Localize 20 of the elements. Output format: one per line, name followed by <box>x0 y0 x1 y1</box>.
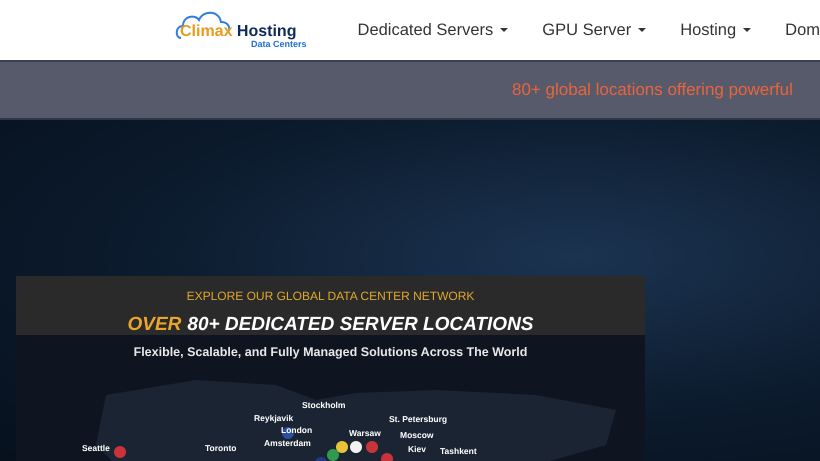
city-label: Amsterdam <box>264 437 311 450</box>
city-label: Tashkent <box>440 445 477 458</box>
nav-dropdown[interactable]: GPU Server <box>542 18 646 42</box>
city-label: Moscow <box>400 429 434 442</box>
banner-subtitle: Flexible, Scalable, and Fully Managed Solutions Across The World <box>132 344 528 361</box>
city-label: Warsaw <box>349 427 381 440</box>
city-label: St. Petersburg <box>389 413 448 426</box>
city-label: Kiev <box>408 443 426 456</box>
city-label: Seattle <box>82 442 110 455</box>
nav-dropdown[interactable]: Dedicated Servers <box>358 18 508 42</box>
nav-link[interactable]: Dom <box>785 18 820 42</box>
city-label: London <box>281 424 312 437</box>
city-label: Reykjavik <box>254 412 294 425</box>
city-label: Stockholm <box>302 399 346 412</box>
ticker-text: 80+ global locations offering powerful <box>512 79 793 102</box>
logo[interactable]: Climax Hosting Data Centers <box>175 8 324 52</box>
banner-kicker: EXPLORE OUR GLOBAL DATA CENTER NETWORK <box>186 288 474 305</box>
nav-dropdown[interactable]: Hosting <box>680 18 752 42</box>
banner-title-lead: OVER <box>128 314 182 335</box>
city-label: Toronto <box>205 442 236 455</box>
